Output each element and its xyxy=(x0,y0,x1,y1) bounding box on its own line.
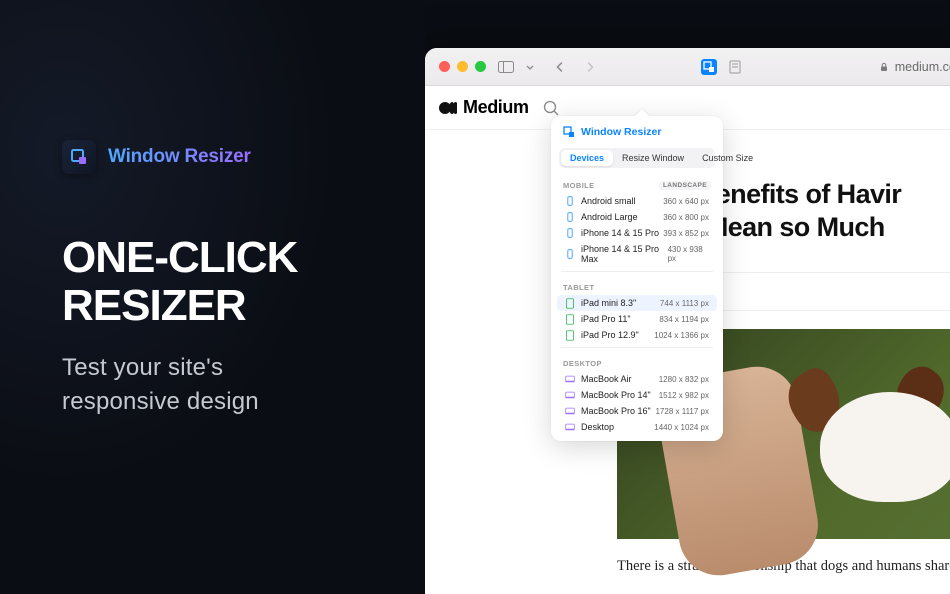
device-name: MacBook Air xyxy=(581,374,632,384)
close-window-button[interactable] xyxy=(439,61,450,72)
device-row[interactable]: iPhone 14 & 15 Pro Max430 x 938 px xyxy=(557,241,717,267)
device-name: iPhone 14 & 15 Pro Max xyxy=(581,244,668,264)
device-resolution: 360 x 800 px xyxy=(663,213,709,222)
app-icon xyxy=(62,140,96,174)
resizer-popover: Window Resizer Devices Resize Window Cus… xyxy=(551,116,723,441)
device-row[interactable]: iPad Pro 12.9" 1024 x 1366 px xyxy=(557,327,717,343)
sidebar-toggle-button[interactable] xyxy=(498,60,514,74)
phone-icon xyxy=(565,228,575,238)
popover-tabs: Devices Resize Window Custom Size xyxy=(559,148,715,168)
popover-title: Window Resizer xyxy=(551,124,723,144)
browser-window: medium.com ᵃA xyxy=(425,48,950,594)
extension-button[interactable] xyxy=(701,59,717,75)
device-name: iPhone 14 & 15 Pro xyxy=(581,228,659,238)
device-row[interactable]: Desktop 1440 x 1024 px xyxy=(557,419,717,435)
phone-icon xyxy=(565,212,575,222)
desktop-icon xyxy=(565,390,575,400)
section-mobile-header: MOBILE LANDSCAPE xyxy=(551,174,723,193)
address-bar[interactable]: medium.com xyxy=(879,60,950,74)
section-tablet-header: TABLET xyxy=(551,276,723,295)
device-name: iPad Pro 12.9" xyxy=(581,330,639,340)
device-name: Android small xyxy=(581,196,636,206)
phone-icon xyxy=(565,249,575,259)
device-row[interactable]: MacBook Air 1280 x 832 px xyxy=(557,371,717,387)
desktop-icon xyxy=(565,422,575,432)
traffic-lights xyxy=(439,61,486,72)
device-row[interactable]: MacBook Pro 14" 1512 x 982 px xyxy=(557,387,717,403)
device-resolution: 360 x 640 px xyxy=(663,197,709,206)
device-resolution: 393 x 852 px xyxy=(663,229,709,238)
app-brand: Window Resizer xyxy=(62,140,425,174)
device-name: Desktop xyxy=(581,422,614,432)
popover-title-text: Window Resizer xyxy=(581,126,661,138)
screenshot-panel: medium.com ᵃA xyxy=(425,0,950,594)
device-name: Android Large xyxy=(581,212,638,222)
tablet-icon xyxy=(565,298,575,308)
app-name: Window Resizer xyxy=(108,146,251,168)
url-text: medium.com xyxy=(895,60,950,74)
headline: ONE-CLICK RESIZER xyxy=(62,234,425,329)
device-resolution: 1728 x 1117 px xyxy=(655,407,709,416)
tablet-icon xyxy=(565,314,575,324)
device-row[interactable]: iPhone 14 & 15 Pro 393 x 852 px xyxy=(557,225,717,241)
device-name: MacBook Pro 14" xyxy=(581,390,651,400)
phone-icon xyxy=(565,196,575,206)
tab-overview-icon[interactable] xyxy=(522,60,538,74)
device-resolution: 1280 x 832 px xyxy=(659,375,709,384)
lock-icon xyxy=(879,62,889,72)
device-row[interactable]: Android small 360 x 640 px xyxy=(557,193,717,209)
device-resolution: 834 x 1194 px xyxy=(659,315,709,324)
device-resolution: 1512 x 982 px xyxy=(659,391,709,400)
device-row[interactable]: MacBook Pro 16" 1728 x 1117 px xyxy=(557,403,717,419)
section-tablet-label: TABLET xyxy=(563,283,594,292)
app-icon-small xyxy=(563,126,575,138)
device-resolution: 1440 x 1024 px xyxy=(654,423,709,432)
device-name: iPad mini 8.3" xyxy=(581,298,636,308)
device-row[interactable]: iPad mini 8.3" 744 x 1113 px xyxy=(557,295,717,311)
device-resolution: 1024 x 1366 px xyxy=(654,331,709,340)
page-body: Medium ecies: Benefits of Havir y They M… xyxy=(425,86,950,594)
tab-custom-size[interactable]: Custom Size xyxy=(693,150,762,166)
maximize-window-button[interactable] xyxy=(475,61,486,72)
desktop-icon xyxy=(565,374,575,384)
device-resolution: 744 x 1113 px xyxy=(660,299,709,308)
tab-devices[interactable]: Devices xyxy=(561,150,613,166)
tablet-icon xyxy=(565,330,575,340)
tab-resize-window[interactable]: Resize Window xyxy=(613,150,693,166)
medium-logo[interactable]: Medium xyxy=(439,97,529,118)
device-resolution: 430 x 938 px xyxy=(668,245,709,263)
device-row[interactable]: Android Large 360 x 800 px xyxy=(557,209,717,225)
medium-logo-text: Medium xyxy=(463,97,529,118)
minimize-window-button[interactable] xyxy=(457,61,468,72)
headline-line-1: ONE-CLICK xyxy=(62,233,297,282)
browser-toolbar: medium.com ᵃA xyxy=(425,48,950,86)
forward-button[interactable] xyxy=(582,60,598,74)
desktop-icon xyxy=(565,406,575,416)
back-button[interactable] xyxy=(552,60,568,74)
headline-line-2: RESIZER xyxy=(62,281,246,330)
subhead: Test your site's responsive design xyxy=(62,351,425,419)
marketing-panel: Window Resizer ONE-CLICK RESIZER Test yo… xyxy=(0,0,425,594)
subhead-line-2: responsive design xyxy=(62,388,259,415)
section-desktop-header: DESKTOP xyxy=(551,352,723,371)
section-desktop-label: DESKTOP xyxy=(563,359,602,368)
search-button[interactable] xyxy=(541,98,561,118)
subhead-line-1: Test your site's xyxy=(62,354,223,381)
section-mobile-label: MOBILE xyxy=(563,181,595,190)
device-name: MacBook Pro 16" xyxy=(581,406,651,416)
landscape-badge[interactable]: LANDSCAPE xyxy=(659,181,711,190)
reader-icon[interactable] xyxy=(727,60,743,74)
device-name: iPad Pro 11" xyxy=(581,314,631,324)
device-row[interactable]: iPad Pro 11" 834 x 1194 px xyxy=(557,311,717,327)
